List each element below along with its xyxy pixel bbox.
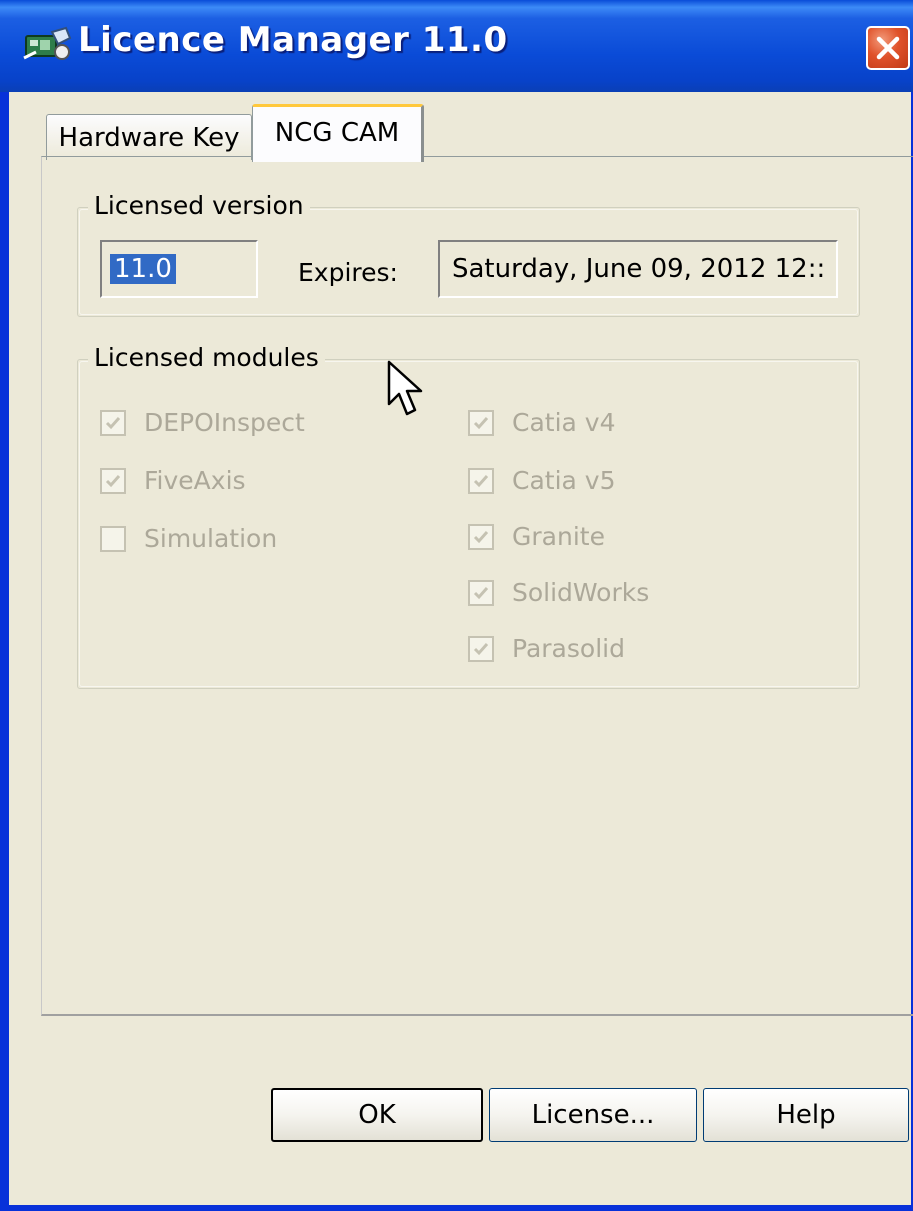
module-catia-v4[interactable]: Catia v4 <box>468 408 616 437</box>
module-granite[interactable]: Granite <box>468 522 605 551</box>
checkmark-icon <box>473 586 489 599</box>
module-label: SolidWorks <box>512 578 650 607</box>
help-button[interactable]: Help <box>703 1088 909 1142</box>
module-label: Granite <box>512 522 605 551</box>
checkmark-icon <box>473 530 489 543</box>
title-bar[interactable]: Licence Manager 11.0 <box>0 0 913 92</box>
checkmark-icon <box>473 416 489 429</box>
version-field[interactable]: 11.0 <box>100 240 258 298</box>
checkbox-depoinspect[interactable] <box>100 409 126 436</box>
checkbox-granite[interactable] <box>468 523 494 550</box>
checkbox-solidworks[interactable] <box>468 579 494 606</box>
module-label: Parasolid <box>512 634 625 663</box>
module-label: Catia v4 <box>512 408 616 437</box>
checkmark-icon <box>473 642 489 655</box>
module-simulation[interactable]: Simulation <box>100 524 277 553</box>
licence-manager-icon <box>23 26 72 60</box>
expires-field[interactable]: Saturday, June 09, 2012 12:: <box>438 240 838 298</box>
licence-manager-window: Licence Manager 11.0 Hardware Key NCG CA… <box>0 0 913 1211</box>
window-title: Licence Manager 11.0 <box>78 20 508 60</box>
module-label: FiveAxis <box>144 466 246 495</box>
checkbox-fiveaxis[interactable] <box>100 467 126 494</box>
checkmark-icon <box>105 416 121 429</box>
ncg-cam-panel: Licensed version 11.0 Expires: Saturday,… <box>41 156 913 1016</box>
licensed-version-legend: Licensed version <box>88 191 310 220</box>
ok-button[interactable]: OK <box>271 1088 483 1142</box>
expires-value: Saturday, June 09, 2012 12:: <box>452 254 826 284</box>
close-button[interactable] <box>866 26 910 70</box>
module-label: Simulation <box>144 524 278 553</box>
module-catia-v5[interactable]: Catia v5 <box>468 466 616 495</box>
checkmark-icon <box>105 474 121 487</box>
checkbox-parasolid[interactable] <box>468 635 494 662</box>
licensed-modules-legend: Licensed modules <box>88 343 325 372</box>
module-label: Catia v5 <box>512 466 616 495</box>
checkmark-icon <box>473 474 489 487</box>
expires-label: Expires: <box>298 258 398 287</box>
module-depoinspect[interactable]: DEPOInspect <box>100 408 305 437</box>
checkbox-catia-v4[interactable] <box>468 409 494 436</box>
module-solidworks[interactable]: SolidWorks <box>468 578 649 607</box>
module-label: DEPOInspect <box>144 408 305 437</box>
licensed-modules-group: Licensed modules DEPOInspect FiveAxis Si… <box>77 343 860 689</box>
tab-hardware-key[interactable]: Hardware Key <box>46 114 252 160</box>
license-button[interactable]: License... <box>489 1088 697 1142</box>
licensed-version-group: Licensed version 11.0 Expires: Saturday,… <box>77 191 860 317</box>
module-fiveaxis[interactable]: FiveAxis <box>100 466 246 495</box>
module-parasolid[interactable]: Parasolid <box>468 634 625 663</box>
version-value: 11.0 <box>110 254 176 284</box>
checkbox-catia-v5[interactable] <box>468 467 494 494</box>
close-icon <box>876 36 900 60</box>
tab-ncg-cam[interactable]: NCG CAM <box>252 104 424 162</box>
checkbox-simulation[interactable] <box>100 525 126 552</box>
mouse-pointer-icon <box>387 360 423 416</box>
